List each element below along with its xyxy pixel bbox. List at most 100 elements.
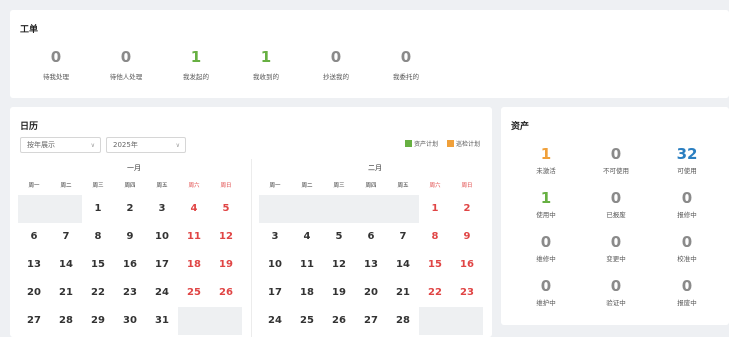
calendar-day[interactable]: 9 (451, 223, 483, 251)
calendar-day[interactable]: 19 (210, 251, 242, 279)
calendar-day[interactable]: 22 (419, 279, 451, 307)
calendar-day[interactable]: 14 (387, 251, 419, 279)
asset-count: 0 (610, 233, 622, 251)
work-order-label: 待我处理 (43, 73, 69, 81)
calendar-empty-cell (291, 195, 323, 223)
calendar-day[interactable]: 3 (146, 195, 178, 223)
calendar-day[interactable]: 18 (178, 251, 210, 279)
calendar-day[interactable]: 20 (18, 279, 50, 307)
calendar-day[interactable]: 11 (291, 251, 323, 279)
asset-stat[interactable]: 0 不可使用 (581, 145, 651, 175)
work-order-stat[interactable]: 0 我委托的 (371, 48, 441, 81)
calendar-day[interactable]: 8 (82, 223, 114, 251)
week-row: 3456789 (259, 223, 491, 251)
asset-stat[interactable]: 0 已报废 (581, 189, 651, 219)
view-mode-select[interactable]: 按年展示 ∨ (20, 137, 101, 153)
calendar-day[interactable]: 10 (146, 223, 178, 251)
work-order-count: 0 (120, 48, 132, 66)
calendar-day[interactable]: 24 (146, 279, 178, 307)
asset-stat[interactable]: 1 使用中 (511, 189, 581, 219)
work-order-stat[interactable]: 1 我发起的 (161, 48, 231, 81)
calendar-day[interactable]: 12 (210, 223, 242, 251)
calendar-day[interactable]: 16 (114, 251, 146, 279)
work-order-stat[interactable]: 1 我收到的 (231, 48, 301, 81)
calendar-day[interactable]: 1 (82, 195, 114, 223)
weekday-header-row: 周一 周二 周三 周四 周五 周六 周日 (259, 177, 491, 195)
calendar-day[interactable]: 2 (451, 195, 483, 223)
calendar-day[interactable]: 15 (82, 251, 114, 279)
calendar-day[interactable]: 29 (82, 307, 114, 335)
calendar-day[interactable]: 6 (18, 223, 50, 251)
calendar-day[interactable]: 3 (259, 223, 291, 251)
year-select[interactable]: 2025年 ∨ (106, 137, 186, 153)
calendar-day[interactable]: 23 (114, 279, 146, 307)
calendar-day[interactable]: 5 (323, 223, 355, 251)
calendar-day[interactable]: 16 (451, 251, 483, 279)
calendar-empty-cell (387, 195, 419, 223)
calendar-day[interactable]: 22 (82, 279, 114, 307)
work-order-stat[interactable]: 0 抄送我的 (301, 48, 371, 81)
calendar-day[interactable]: 7 (387, 223, 419, 251)
asset-status-label: 不可使用 (603, 167, 629, 175)
asset-stat[interactable]: 32 可使用 (652, 145, 722, 175)
calendar-day[interactable]: 6 (355, 223, 387, 251)
calendar-day[interactable]: 23 (451, 279, 483, 307)
asset-stat[interactable]: 1 未激活 (511, 145, 581, 175)
week-row: 12 (259, 195, 491, 223)
chevron-down-icon: ∨ (175, 142, 180, 149)
calendar-day[interactable]: 2 (114, 195, 146, 223)
calendar-day[interactable]: 27 (18, 307, 50, 335)
asset-stat[interactable]: 0 维修中 (511, 233, 581, 263)
calendar-day[interactable]: 14 (50, 251, 82, 279)
calendar-day[interactable]: 20 (355, 279, 387, 307)
calendar-day[interactable]: 10 (259, 251, 291, 279)
work-order-label: 我收到的 (253, 73, 279, 81)
calendar-day[interactable]: 26 (210, 279, 242, 307)
calendar-day[interactable]: 9 (114, 223, 146, 251)
calendar-day[interactable]: 24 (259, 307, 291, 335)
calendar-day[interactable]: 13 (18, 251, 50, 279)
month-title: 二月 (368, 164, 382, 172)
calendar-day[interactable]: 12 (323, 251, 355, 279)
calendar-day[interactable]: 7 (50, 223, 82, 251)
calendar-day[interactable]: 21 (387, 279, 419, 307)
calendar-day[interactable]: 28 (387, 307, 419, 335)
calendar-day[interactable]: 26 (323, 307, 355, 335)
calendar-day[interactable]: 31 (146, 307, 178, 335)
calendar-day[interactable]: 25 (178, 279, 210, 307)
asset-stat[interactable]: 0 校准中 (652, 233, 722, 263)
calendar-day[interactable]: 8 (419, 223, 451, 251)
calendar-day[interactable]: 4 (291, 223, 323, 251)
calendar-day[interactable]: 19 (323, 279, 355, 307)
calendar-day[interactable]: 13 (355, 251, 387, 279)
asset-stat[interactable]: 0 报修中 (652, 189, 722, 219)
calendar-day[interactable]: 27 (355, 307, 387, 335)
asset-count: 0 (610, 277, 622, 295)
calendar-panel: 日历 按年展示 ∨ 2025年 ∨ 资产计划 巡检计划 一月 周一 周二 周三 周四 周五… (10, 107, 492, 337)
calendar-day[interactable]: 30 (114, 307, 146, 335)
calendar-day[interactable]: 18 (291, 279, 323, 307)
calendar-day[interactable]: 1 (419, 195, 451, 223)
calendar-day[interactable]: 21 (50, 279, 82, 307)
asset-title: 资产 (511, 122, 530, 132)
calendar-day[interactable]: 4 (178, 195, 210, 223)
work-order-stat[interactable]: 0 待我处理 (21, 48, 91, 81)
asset-stat[interactable]: 0 维护中 (511, 277, 581, 307)
asset-stat[interactable]: 0 验证中 (581, 277, 651, 307)
calendar-day[interactable]: 15 (419, 251, 451, 279)
week-row: 27 28 29 30 31 (18, 307, 250, 335)
calendar-day[interactable]: 17 (146, 251, 178, 279)
calendar-day[interactable]: 5 (210, 195, 242, 223)
calendar-day[interactable]: 25 (291, 307, 323, 335)
calendar-day[interactable]: 28 (50, 307, 82, 335)
asset-stat[interactable]: 0 变更中 (581, 233, 651, 263)
asset-stat[interactable]: 0 报废中 (652, 277, 722, 307)
weekday-header: 周五 (156, 183, 168, 189)
calendar-day[interactable]: 11 (178, 223, 210, 251)
work-order-count: 1 (260, 48, 272, 66)
weekday-header: 周六 (429, 183, 441, 189)
asset-count: 0 (540, 277, 552, 295)
work-order-stat[interactable]: 0 待他人处理 (91, 48, 161, 81)
calendar-day[interactable]: 17 (259, 279, 291, 307)
calendar-empty-cell (451, 307, 483, 335)
